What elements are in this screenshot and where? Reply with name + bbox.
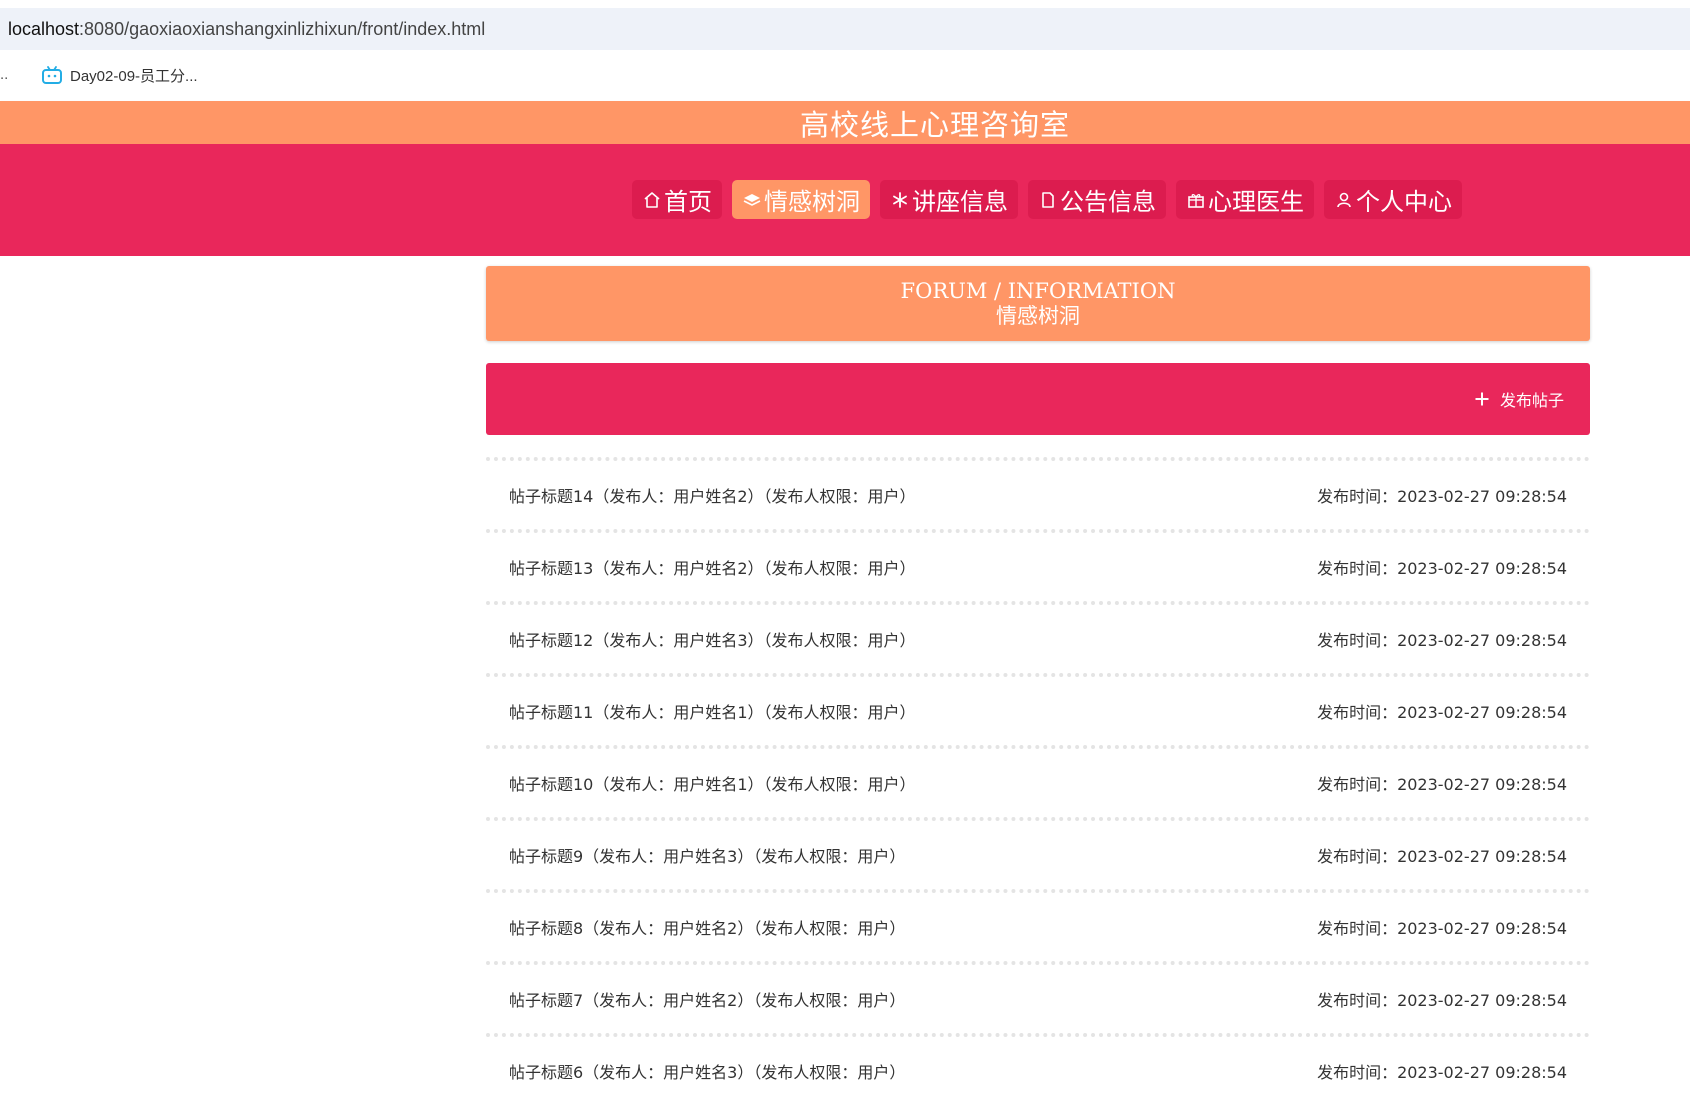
post-time: 发布时间：2023-02-27 09:28:54 (1317, 919, 1567, 938)
bilibili-tv-icon (42, 66, 62, 84)
gift-icon (1186, 190, 1206, 210)
post-row[interactable]: 帖子标题12（发布人：用户姓名3）（发布人权限：用户） 发布时间：2023-02… (486, 601, 1590, 673)
post-row[interactable]: 帖子标题13（发布人：用户姓名2）（发布人权限：用户） 发布时间：2023-02… (486, 529, 1590, 601)
post-time: 发布时间：2023-02-27 09:28:54 (1317, 487, 1567, 506)
bookmarks-bar: .. Day02-09-员工分... (0, 50, 1690, 100)
post-time: 发布时间：2023-02-27 09:28:54 (1317, 847, 1567, 866)
nav-item-forum[interactable]: 情感树洞 (732, 180, 870, 219)
post-title: 帖子标题7（发布人：用户姓名2）（发布人权限：用户） (509, 991, 906, 1010)
post-list: 帖子标题14（发布人：用户姓名2）（发布人权限：用户） 发布时间：2023-02… (486, 457, 1590, 1105)
bookmark-item[interactable]: Day02-09-员工分... (38, 62, 202, 88)
document-icon (1038, 190, 1058, 210)
user-icon (1334, 190, 1354, 210)
main-nav: 首页 情感树洞 讲座信息 公告信息 心理医生 个人中心 (0, 144, 1690, 256)
section-title-en: FORUM / INFORMATION (900, 279, 1176, 303)
nav-item-label: 个人中心 (1356, 188, 1452, 216)
layers-icon (742, 190, 762, 210)
post-title: 帖子标题12（发布人：用户姓名3）（发布人权限：用户） (509, 631, 916, 650)
site-title: 高校线上心理咨询室 (799, 107, 1070, 142)
url-host: localhost (8, 18, 80, 39)
nav-item-label: 首页 (664, 188, 712, 216)
nav-item-doctors[interactable]: 心理医生 (1176, 180, 1314, 219)
nav-item-home[interactable]: 首页 (632, 180, 722, 219)
address-bar[interactable]: localhost:8080/gaoxiaoxianshangxinlizhix… (0, 8, 1690, 50)
nav-item-label: 心理医生 (1208, 188, 1304, 216)
post-time: 发布时间：2023-02-27 09:28:54 (1317, 703, 1567, 722)
url-path: :8080/gaoxiaoxianshangxinlizhixun/front/… (79, 18, 486, 39)
post-title: 帖子标题13（发布人：用户姓名2）（发布人权限：用户） (509, 559, 916, 578)
publish-post-label: 发布帖子 (1499, 391, 1564, 410)
section-title-cn: 情感树洞 (996, 304, 1080, 328)
post-title: 帖子标题8（发布人：用户姓名2）（发布人权限：用户） (509, 919, 906, 938)
post-row[interactable]: 帖子标题11（发布人：用户姓名1）（发布人权限：用户） 发布时间：2023-02… (486, 673, 1590, 745)
post-time: 发布时间：2023-02-27 09:28:54 (1317, 775, 1567, 794)
post-time: 发布时间：2023-02-27 09:28:54 (1317, 559, 1567, 578)
nav-item-profile[interactable]: 个人中心 (1324, 180, 1462, 219)
plus-icon (1474, 391, 1490, 407)
post-row[interactable]: 帖子标题10（发布人：用户姓名1）（发布人权限：用户） 发布时间：2023-02… (486, 745, 1590, 817)
nav-items: 首页 情感树洞 讲座信息 公告信息 心理医生 个人中心 (632, 180, 1462, 219)
action-bar: 发布帖子 (486, 363, 1590, 435)
post-title: 帖子标题10（发布人：用户姓名1）（发布人权限：用户） (509, 775, 916, 794)
nav-item-label: 情感树洞 (764, 188, 860, 216)
post-title: 帖子标题14（发布人：用户姓名2）（发布人权限：用户） (509, 487, 916, 506)
home-icon (642, 190, 662, 210)
publish-post-button[interactable]: 发布帖子 (1474, 385, 1564, 413)
post-time: 发布时间：2023-02-27 09:28:54 (1317, 631, 1567, 650)
site-title-bar: 高校线上心理咨询室 (0, 101, 1690, 144)
post-time: 发布时间：2023-02-27 09:28:54 (1317, 1063, 1567, 1082)
post-row[interactable]: 帖子标题8（发布人：用户姓名2）（发布人权限：用户） 发布时间：2023-02-… (486, 889, 1590, 961)
nav-item-label: 公告信息 (1060, 188, 1156, 216)
post-title: 帖子标题6（发布人：用户姓名3）（发布人权限：用户） (509, 1063, 906, 1082)
main-content: FORUM / INFORMATION 情感树洞 发布帖子 帖子标题14（发布人… (486, 266, 1590, 1105)
section-header: FORUM / INFORMATION 情感树洞 (486, 266, 1590, 341)
bookmarks-overflow[interactable]: .. (0, 66, 8, 83)
post-row[interactable]: 帖子标题6（发布人：用户姓名3）（发布人权限：用户） 发布时间：2023-02-… (486, 1033, 1590, 1105)
post-time: 发布时间：2023-02-27 09:28:54 (1317, 991, 1567, 1010)
post-title: 帖子标题9（发布人：用户姓名3）（发布人权限：用户） (509, 847, 906, 866)
post-row[interactable]: 帖子标题9（发布人：用户姓名3）（发布人权限：用户） 发布时间：2023-02-… (486, 817, 1590, 889)
post-row[interactable]: 帖子标题7（发布人：用户姓名2）（发布人权限：用户） 发布时间：2023-02-… (486, 961, 1590, 1033)
post-row[interactable]: 帖子标题14（发布人：用户姓名2）（发布人权限：用户） 发布时间：2023-02… (486, 457, 1590, 529)
nav-item-notices[interactable]: 公告信息 (1028, 180, 1166, 219)
nav-item-label: 讲座信息 (912, 188, 1008, 216)
post-title: 帖子标题11（发布人：用户姓名1）（发布人权限：用户） (509, 703, 916, 722)
snowflake-icon (890, 190, 910, 210)
nav-item-lectures[interactable]: 讲座信息 (880, 180, 1018, 219)
bookmark-label: Day02-09-员工分... (70, 67, 198, 85)
